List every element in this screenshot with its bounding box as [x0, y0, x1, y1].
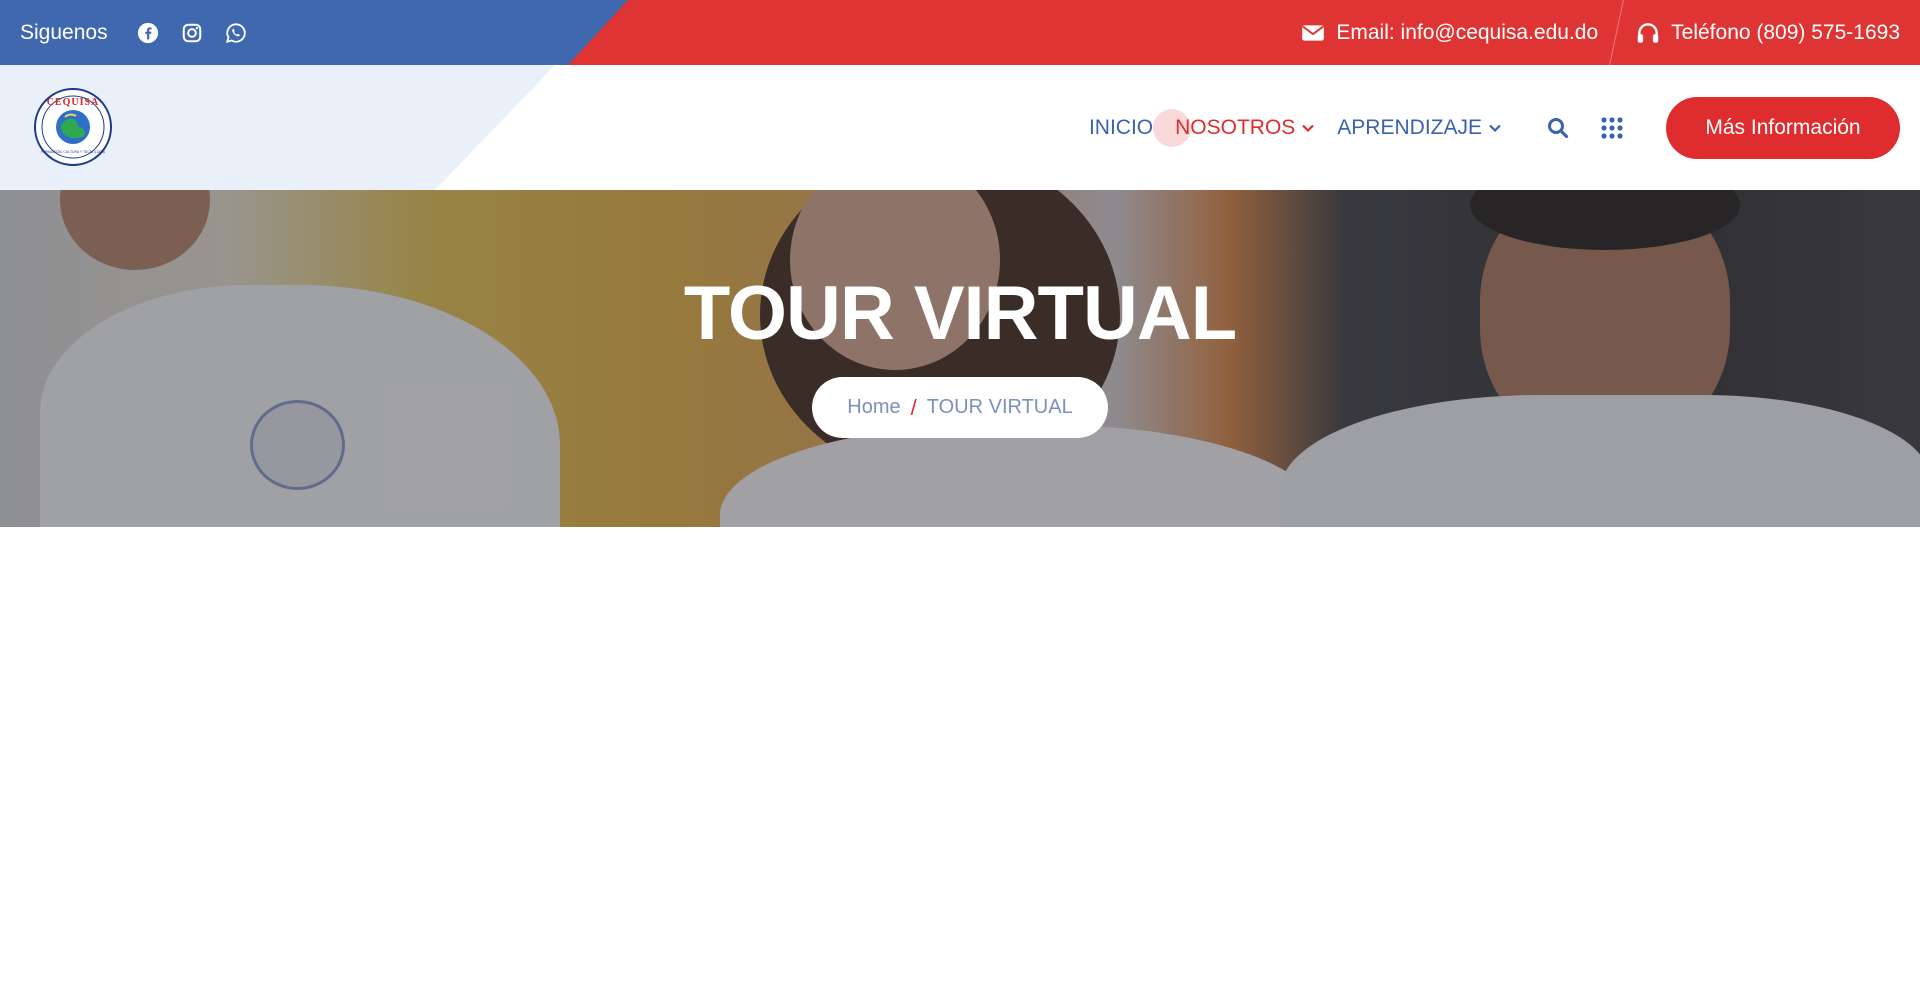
email-link[interactable]: Email: info@cequisa.edu.do	[1300, 20, 1598, 46]
instagram-icon	[182, 23, 201, 42]
main-header: CEQUISA FORMACIÓN, CULTURA Y TECNOLOGÍA …	[0, 65, 1920, 190]
contact-divider	[1609, 0, 1625, 65]
page-hero: TOUR VIRTUAL Home / TOUR VIRTUAL	[0, 190, 1920, 527]
nav-item-aprendizaje[interactable]: APRENDIZAJE	[1337, 116, 1502, 140]
phone-text: Teléfono (809) 575-1693	[1671, 20, 1900, 44]
whatsapp-link[interactable]	[214, 11, 258, 55]
more-info-button[interactable]: Más Información	[1666, 96, 1900, 159]
breadcrumb-separator: /	[910, 394, 917, 420]
logo-wordmark: CEQUISA	[47, 97, 100, 108]
search-button[interactable]	[1538, 108, 1578, 148]
headphones-icon	[1637, 22, 1659, 43]
nav-label: NOSOTROS	[1175, 115, 1296, 139]
chevron-down-icon	[1489, 124, 1501, 132]
logo-motto: FORMACIÓN, CULTURA Y TECNOLOGÍA	[41, 149, 106, 154]
whatsapp-icon	[225, 22, 246, 43]
social-links: Siguenos	[20, 0, 258, 65]
hover-indicator	[1153, 108, 1192, 147]
envelope-icon	[1302, 24, 1325, 41]
nav-label: INICIO	[1088, 115, 1154, 139]
nav-item-inicio[interactable]: INICIO	[1089, 116, 1153, 140]
nav-item-nosotros[interactable]: NOSOTROS	[1153, 108, 1315, 147]
grid-dots-icon	[1601, 116, 1623, 139]
site-logo[interactable]: CEQUISA FORMACIÓN, CULTURA Y TECNOLOGÍA	[33, 87, 113, 167]
breadcrumb-current: TOUR VIRTUAL	[926, 396, 1073, 418]
breadcrumb-home-link[interactable]: Home	[847, 396, 900, 419]
instagram-link[interactable]	[170, 11, 214, 55]
breadcrumb: Home / TOUR VIRTUAL	[812, 377, 1108, 438]
chevron-down-icon	[1302, 124, 1315, 132]
contact-info: Email: info@cequisa.edu.do Teléfono (809…	[1300, 0, 1900, 65]
facebook-icon	[137, 22, 158, 43]
cequisa-logo-icon: CEQUISA FORMACIÓN, CULTURA Y TECNOLOGÍA	[34, 88, 112, 166]
email-text: Email: info@cequisa.edu.do	[1336, 20, 1599, 44]
grid-menu-button[interactable]	[1592, 108, 1632, 148]
search-icon	[1548, 117, 1569, 138]
top-bar: Siguenos Email: info@cequisa.edu.do Telé…	[0, 0, 1920, 65]
phone-link[interactable]: Teléfono (809) 575-1693	[1635, 20, 1900, 46]
hero-overlay	[0, 190, 1920, 527]
main-nav: INICIO NOSOTROS APRENDIZAJE Más Informac…	[1089, 65, 1920, 190]
nav-label: APRENDIZAJE	[1337, 115, 1482, 139]
follow-label: Siguenos	[20, 20, 108, 44]
page-title: TOUR VIRTUAL	[683, 271, 1237, 356]
facebook-link[interactable]	[126, 11, 170, 55]
